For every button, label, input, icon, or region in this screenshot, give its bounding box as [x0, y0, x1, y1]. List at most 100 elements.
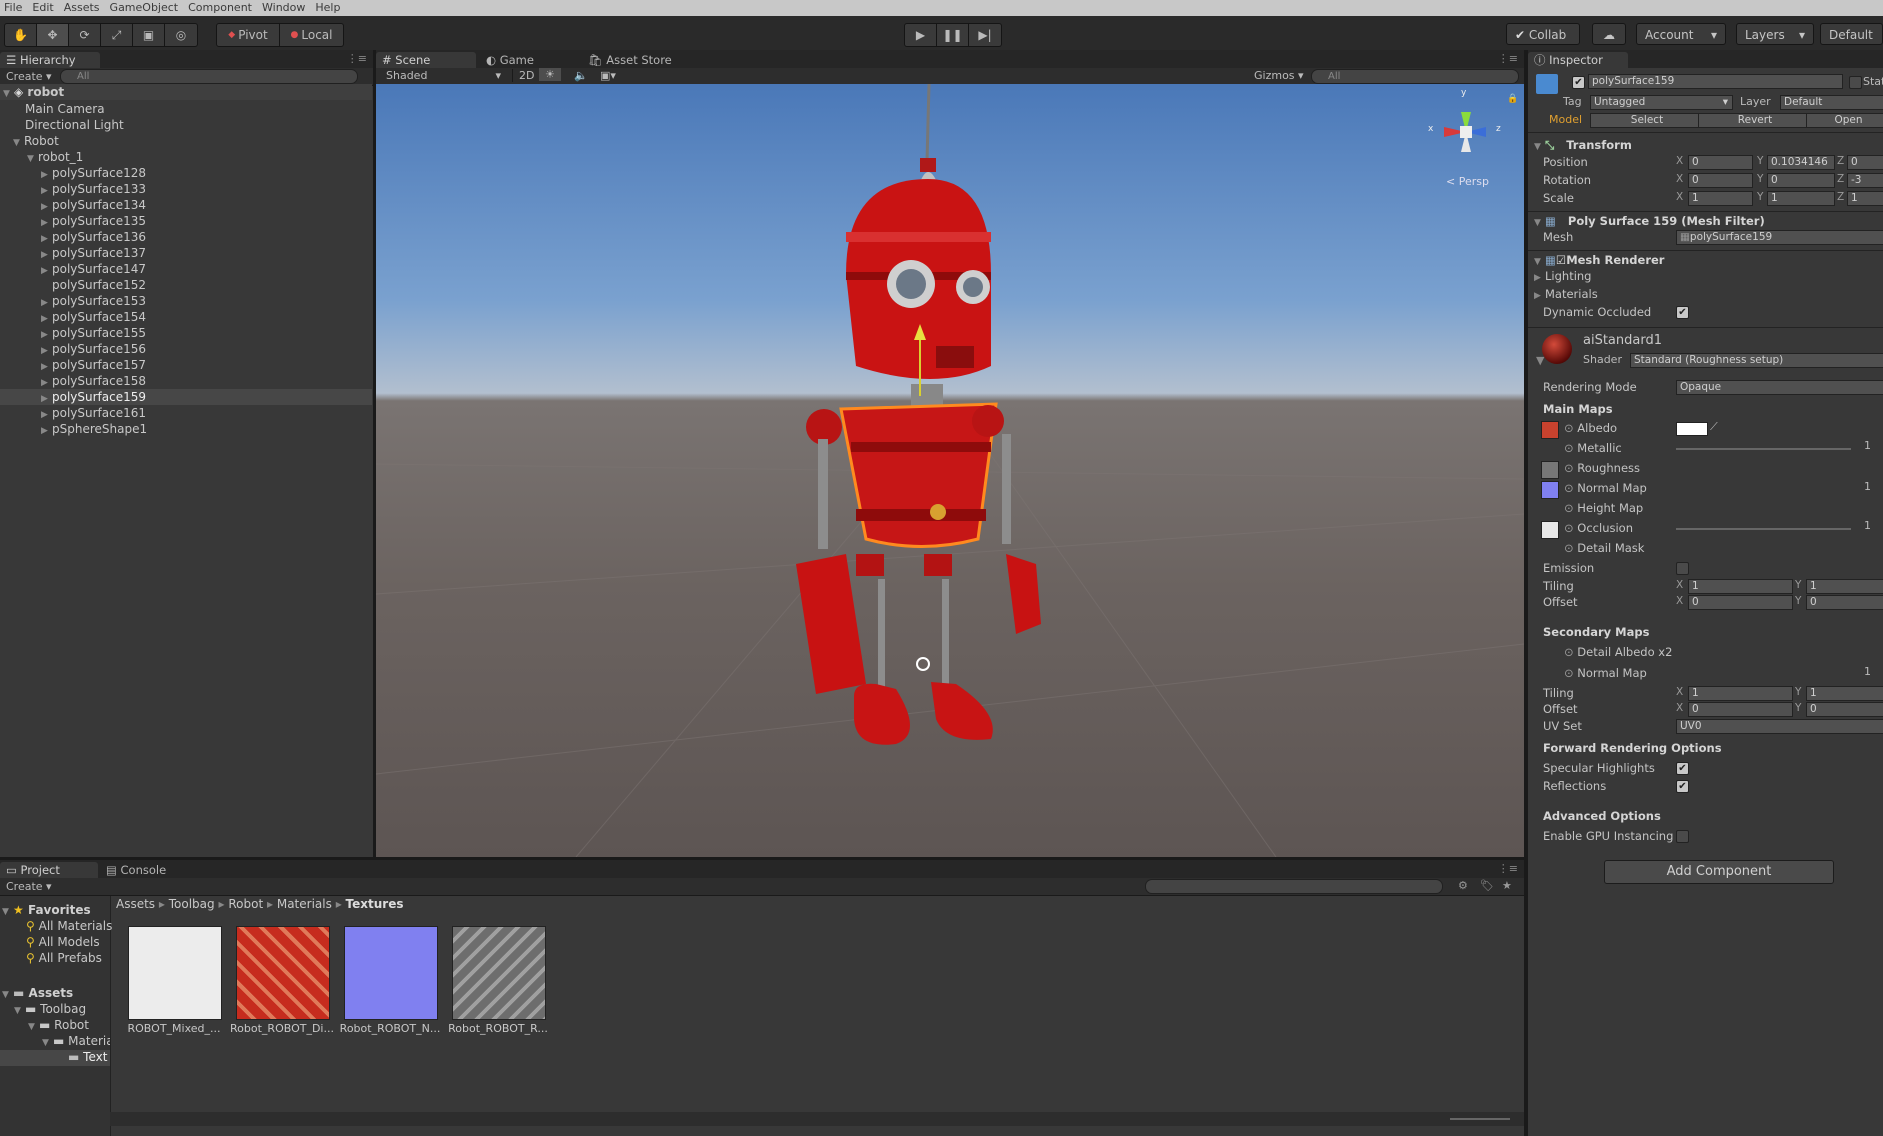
robot-model[interactable] — [796, 84, 1041, 745]
tab-asset-store[interactable]: 🛍 Asset Store — [582, 52, 692, 68]
favorites-header[interactable]: ▼ ★ Favorites — [2, 903, 91, 917]
lighting-foldout[interactable]: ▶ Lighting — [1532, 267, 1883, 285]
gizmos-dropdown[interactable]: Gizmos ▾ — [1254, 69, 1304, 82]
transform-tool-icon[interactable]: ◎ — [165, 24, 197, 46]
list-item[interactable]: ▼ ▬ Toolbag — [14, 1002, 86, 1016]
local-button[interactable]: ● Local — [280, 24, 343, 46]
emission-checkbox[interactable] — [1676, 562, 1689, 575]
scale-tool-icon[interactable]: ⤢ — [101, 24, 133, 46]
transform-header[interactable]: ▼ ⤡ Transform — [1532, 136, 1883, 154]
mode-2d-button[interactable]: 2D — [512, 69, 540, 82]
list-item[interactable]: polySurface152 — [0, 277, 424, 293]
gpu-instancing-checkbox[interactable] — [1676, 830, 1689, 843]
panel-menu-icon[interactable]: ⋮≡ — [347, 52, 367, 65]
menu-gameobject[interactable]: GameObject — [106, 0, 185, 16]
menu-assets[interactable]: Assets — [60, 0, 106, 16]
menu-component[interactable]: Component — [184, 0, 258, 16]
list-item[interactable]: ▼ robot_1 — [0, 149, 399, 165]
menu-window[interactable]: Window — [258, 0, 311, 16]
scene-canvas[interactable] — [376, 84, 1524, 857]
rotation-x-field[interactable]: 0 — [1688, 173, 1753, 188]
breadcrumb-item[interactable]: Assets — [116, 897, 155, 911]
list-item[interactable]: ▼ ▬ Materia — [42, 1034, 110, 1048]
rotate-tool-icon[interactable]: ⟳ — [69, 24, 101, 46]
position-x-field[interactable]: 0 — [1688, 155, 1753, 170]
list-item[interactable]: ▶ polySurface158 — [0, 373, 413, 389]
list-item[interactable]: ▶ polySurface153 — [0, 293, 413, 309]
perspective-label[interactable]: < Persp — [1446, 175, 1489, 188]
pivot-button[interactable]: ◆ Pivot — [217, 24, 280, 46]
shading-dropdown[interactable]: Shaded ▾ — [386, 69, 501, 82]
object-name-field[interactable]: polySurface159 — [1588, 74, 1843, 89]
star-icon[interactable]: ★ — [1502, 879, 1512, 892]
list-item[interactable]: Directional Light — [0, 117, 397, 133]
breadcrumb-item[interactable]: Robot — [228, 897, 263, 911]
light-icon[interactable] — [916, 657, 930, 671]
scale-y-field[interactable]: 1 — [1767, 191, 1835, 206]
project-search-input[interactable] — [1145, 879, 1443, 894]
tab-scene[interactable]: # Scene — [376, 52, 476, 68]
breadcrumb-item[interactable]: Textures — [346, 897, 404, 911]
expand-arrow-icon[interactable]: ▼ — [3, 86, 14, 102]
collab-dropdown[interactable]: ✔ Collab ▾ — [1506, 23, 1580, 64]
occlusion-slider[interactable] — [1676, 528, 1851, 530]
zoom-slider[interactable] — [1450, 1118, 1510, 1120]
texture-thumbnail[interactable] — [344, 926, 438, 1020]
list-item-selected[interactable]: ▶ polySurface159 — [0, 389, 372, 405]
filter-type-icon[interactable]: ⚙ — [1458, 879, 1468, 892]
scene-view[interactable]: y x z < Persp 🔒 — [376, 84, 1524, 857]
audio-toggle-icon[interactable]: 🔈 — [568, 69, 594, 82]
metallic-value[interactable]: 1 — [1864, 439, 1871, 452]
list-item[interactable]: ▶ polySurface135 — [0, 213, 413, 229]
list-item[interactable]: ▶ polySurface137 — [0, 245, 413, 261]
effects-toggle-icon[interactable]: ▣▾ — [594, 69, 622, 82]
revert-button[interactable]: Revert — [1698, 113, 1809, 128]
tab-hierarchy[interactable]: ☰ Hierarchy — [0, 52, 100, 68]
metallic-slider[interactable] — [1676, 448, 1851, 450]
uv-set-dropdown[interactable]: UV0 — [1676, 719, 1883, 734]
filter-label-icon[interactable]: 🏷 — [1480, 879, 1494, 892]
offset2-y-field[interactable]: 0 — [1806, 702, 1883, 717]
layout-dropdown[interactable]: Default — [1820, 23, 1883, 45]
tiling-x-field[interactable]: 1 — [1688, 579, 1793, 594]
tiling2-y-field[interactable]: 1 — [1806, 686, 1883, 701]
rendering-mode-dropdown[interactable]: Opaque — [1676, 380, 1883, 395]
texture-thumbnail[interactable] — [452, 926, 546, 1020]
layers-dropdown[interactable]: Layers ▾ — [1736, 23, 1814, 45]
tab-project[interactable]: ▭ Project — [0, 862, 98, 878]
list-item[interactable]: ▼ Robot — [0, 133, 385, 149]
active-checkbox[interactable]: ✔ — [1572, 76, 1585, 89]
offset2-x-field[interactable]: 0 — [1688, 702, 1793, 717]
panel-menu-icon[interactable]: ⋮≡ — [1498, 862, 1518, 875]
orientation-gizmo[interactable]: y x z — [1426, 88, 1506, 170]
static-checkbox[interactable] — [1849, 76, 1862, 89]
specular-checkbox[interactable]: ✔ — [1676, 762, 1689, 775]
list-item[interactable]: ▶ polySurface147 — [0, 261, 413, 277]
splitter[interactable] — [0, 857, 1524, 860]
offset-y-field[interactable]: 0 — [1806, 595, 1883, 610]
check-icon[interactable]: ☑ — [1556, 253, 1566, 267]
list-item[interactable]: ⚲ All Materials — [26, 919, 112, 933]
cloud-icon[interactable]: ☁ — [1592, 23, 1626, 45]
tiling2-x-field[interactable]: 1 — [1688, 686, 1793, 701]
reflections-checkbox[interactable]: ✔ — [1676, 780, 1689, 793]
account-dropdown[interactable]: Account ▾ — [1636, 23, 1726, 45]
shader-dropdown[interactable]: Standard (Roughness setup) — [1630, 353, 1883, 368]
panel-menu-icon[interactable]: ⋮≡ — [1498, 52, 1518, 65]
texture-thumbnail[interactable] — [128, 926, 222, 1020]
open-button[interactable]: Open — [1806, 113, 1883, 128]
splitter[interactable] — [373, 50, 376, 857]
play-icon[interactable]: ▶ — [905, 24, 937, 46]
hierarchy-search-input[interactable]: All — [60, 69, 358, 84]
step-icon[interactable]: ▶| — [969, 24, 1001, 46]
eyedropper-icon[interactable]: ⟋ — [1710, 420, 1718, 434]
dynamic-occluded-checkbox[interactable]: ✔ — [1676, 306, 1689, 319]
list-item[interactable]: Main Camera — [0, 101, 397, 117]
normal-map-value[interactable]: 1 — [1864, 480, 1871, 493]
tab-console[interactable]: ▤ Console — [100, 862, 186, 878]
menu-file[interactable]: File — [0, 0, 28, 16]
offset-x-field[interactable]: 0 — [1688, 595, 1793, 610]
list-item[interactable]: ⚲ All Models — [26, 935, 100, 949]
layer-dropdown[interactable]: Default — [1780, 95, 1883, 110]
tag-dropdown[interactable]: Untagged ▾ — [1590, 95, 1733, 110]
